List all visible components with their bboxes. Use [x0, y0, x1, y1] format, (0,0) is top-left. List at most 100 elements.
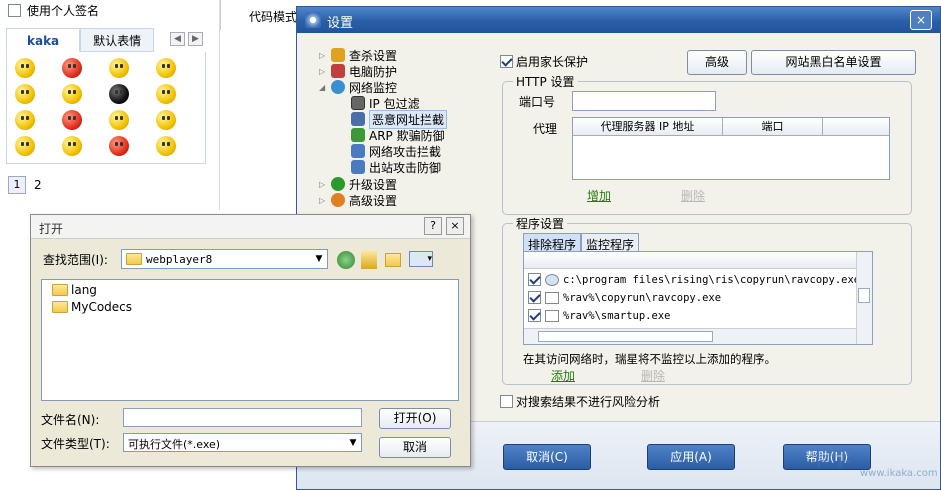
proxy-table[interactable]: 代理服务器 IP 地址 端口 — [572, 117, 890, 180]
view-menu-icon[interactable]: ▾ — [409, 251, 433, 267]
filename-input[interactable] — [123, 408, 362, 427]
scrollbar-thumb[interactable] — [858, 288, 870, 303]
list-item[interactable]: %rav%\smartup.exe — [528, 307, 670, 324]
emoticon-icon[interactable] — [62, 110, 82, 130]
open-dialog-titlebar[interactable]: 打开 ? × — [31, 215, 470, 239]
http-settings-group: HTTP 设置 端口号 代理 代理服务器 IP 地址 端口 增加 删除 — [502, 73, 912, 215]
chevron-right-icon[interactable]: ▶ — [188, 32, 203, 46]
tree-item-malicious-url-block[interactable]: 恶意网址拦截 — [351, 109, 448, 129]
tab-default-emoticons[interactable]: 默认表情 — [80, 28, 155, 52]
help-icon[interactable]: ? — [424, 217, 442, 235]
proxy-column-port[interactable]: 端口 — [723, 118, 823, 135]
collapse-icon[interactable]: ◢ — [319, 83, 327, 92]
program-checkbox[interactable] — [528, 309, 541, 322]
program-file-icon — [545, 309, 559, 322]
tree-item-outbound-defense[interactable]: 出站攻击防御 — [351, 159, 441, 175]
emoticon-icon[interactable] — [109, 136, 129, 156]
emoticon-icon[interactable] — [62, 84, 82, 104]
new-folder-icon[interactable] — [385, 253, 401, 267]
filetype-select[interactable]: 可执行文件(*.exe) ▼ — [123, 433, 362, 452]
list-item[interactable]: c:\program files\rising\ris\copyrun\ravc… — [528, 271, 860, 288]
search-risk-checkbox[interactable] — [500, 395, 513, 408]
parental-protection-option[interactable]: 启用家长保护 — [500, 53, 588, 70]
tree-item-advanced-settings[interactable]: ▷ 高级设置 — [319, 192, 397, 208]
tree-item-attack-intercept[interactable]: 网络攻击拦截 — [351, 143, 441, 159]
proxy-column-address[interactable]: 代理服务器 IP 地址 — [573, 118, 723, 135]
scan-settings-icon — [331, 48, 345, 62]
proxy-label: 代理 — [533, 122, 558, 136]
open-cancel-button[interactable]: 取消 — [379, 437, 451, 458]
advanced-settings-icon — [331, 193, 345, 207]
expand-icon[interactable]: ▷ — [319, 51, 327, 60]
blacklist-settings-button[interactable]: 网站黑白名单设置 — [751, 50, 916, 75]
emoticon-icon[interactable] — [15, 136, 35, 156]
http-settings-legend: HTTP 设置 — [513, 73, 578, 90]
tree-item-pc-protection[interactable]: ▷ 电脑防护 — [319, 63, 397, 79]
back-icon[interactable] — [337, 251, 355, 269]
settings-titlebar[interactable]: 设置 × — [297, 7, 940, 33]
close-icon[interactable]: × — [910, 10, 932, 30]
tree-item-network-monitor[interactable]: ◢ 网络监控 — [319, 79, 397, 95]
emoticon-icon[interactable] — [15, 110, 35, 130]
tree-item-upgrade-settings[interactable]: ▷ 升级设置 — [319, 176, 397, 192]
expand-icon[interactable]: ▷ — [319, 196, 327, 205]
tree-item-scan-settings[interactable]: ▷ 查杀设置 — [319, 47, 397, 63]
file-list[interactable]: lang MyCodecs — [41, 279, 459, 401]
advanced-button[interactable]: 高级 — [687, 50, 747, 75]
emoticon-icon[interactable] — [15, 58, 35, 78]
parental-protection-checkbox[interactable] — [500, 55, 513, 68]
open-button[interactable]: 打开(O) — [379, 408, 451, 429]
look-in-select[interactable]: webplayer8 ▼ — [121, 249, 328, 269]
close-icon[interactable]: × — [446, 217, 464, 235]
emoticon-icon[interactable] — [109, 84, 129, 104]
emoticon-icon[interactable] — [62, 136, 82, 156]
list-item[interactable]: lang — [52, 283, 97, 297]
page-1-link[interactable]: 1 — [8, 176, 26, 194]
emoticon-icon[interactable] — [62, 58, 82, 78]
program-checkbox[interactable] — [528, 291, 541, 304]
search-risk-option[interactable]: 对搜索结果不进行风险分析 — [500, 393, 660, 410]
horizontal-scrollbar[interactable] — [524, 328, 856, 344]
emoticon-icon[interactable] — [109, 110, 129, 130]
signature-checkbox[interactable] — [8, 4, 21, 17]
expand-icon[interactable]: ▷ — [319, 180, 327, 189]
expand-icon[interactable]: ▷ — [319, 67, 327, 76]
program-checkbox[interactable] — [528, 273, 541, 286]
port-input[interactable] — [572, 91, 716, 111]
program-list-header — [524, 252, 872, 269]
up-folder-icon[interactable] — [361, 251, 377, 269]
look-in-label: 查找范围(I): — [43, 253, 108, 267]
program-file-icon — [545, 273, 559, 286]
list-item[interactable]: %rav%\copyrun\ravcopy.exe — [528, 289, 721, 306]
app-shield-icon — [305, 12, 321, 28]
chevron-down-icon[interactable]: ▼ — [345, 434, 361, 451]
emoticon-icon[interactable] — [15, 84, 35, 104]
tab-kaka[interactable]: kaka — [6, 28, 81, 52]
chevron-left-icon[interactable]: ◀ — [170, 32, 185, 46]
filetype-value: 可执行文件(*.exe) — [128, 438, 221, 451]
code-mode-label[interactable]: 代码模式 — [249, 8, 297, 25]
apply-button[interactable]: 应用(A) — [647, 444, 735, 470]
emoticon-pager-arrows: ◀ ▶ — [170, 32, 203, 46]
chevron-down-icon[interactable]: ▼ — [311, 250, 327, 268]
emoticon-icon[interactable] — [156, 110, 176, 130]
proxy-remove-link: 删除 — [681, 189, 706, 203]
signature-option[interactable]: 使用个人签名 — [8, 2, 99, 19]
cancel-button[interactable]: 取消(C) — [503, 444, 591, 470]
emoticon-icon[interactable] — [156, 84, 176, 104]
signature-label: 使用个人签名 — [27, 4, 100, 18]
proxy-add-link[interactable]: 增加 — [587, 187, 611, 204]
tree-item-arp-defense[interactable]: ARP 欺骗防御 — [351, 127, 445, 143]
program-list[interactable]: c:\program files\rising\ris\copyrun\ravc… — [523, 251, 873, 345]
list-item[interactable]: MyCodecs — [52, 300, 132, 314]
proxy-table-header: 代理服务器 IP 地址 端口 — [573, 118, 889, 136]
page-2-link[interactable]: 2 — [34, 178, 42, 192]
scrollbar-thumb[interactable] — [538, 331, 713, 342]
ip-filter-icon — [351, 96, 365, 110]
vertical-scrollbar[interactable] — [856, 252, 872, 344]
emoticon-icon[interactable] — [156, 136, 176, 156]
emoticon-icon[interactable] — [109, 58, 129, 78]
emoticon-icon[interactable] — [156, 58, 176, 78]
program-add-link[interactable]: 添加 — [551, 367, 575, 384]
program-settings-group: 程序设置 排除程序 监控程序 c:\program files\rising\r… — [502, 215, 912, 385]
